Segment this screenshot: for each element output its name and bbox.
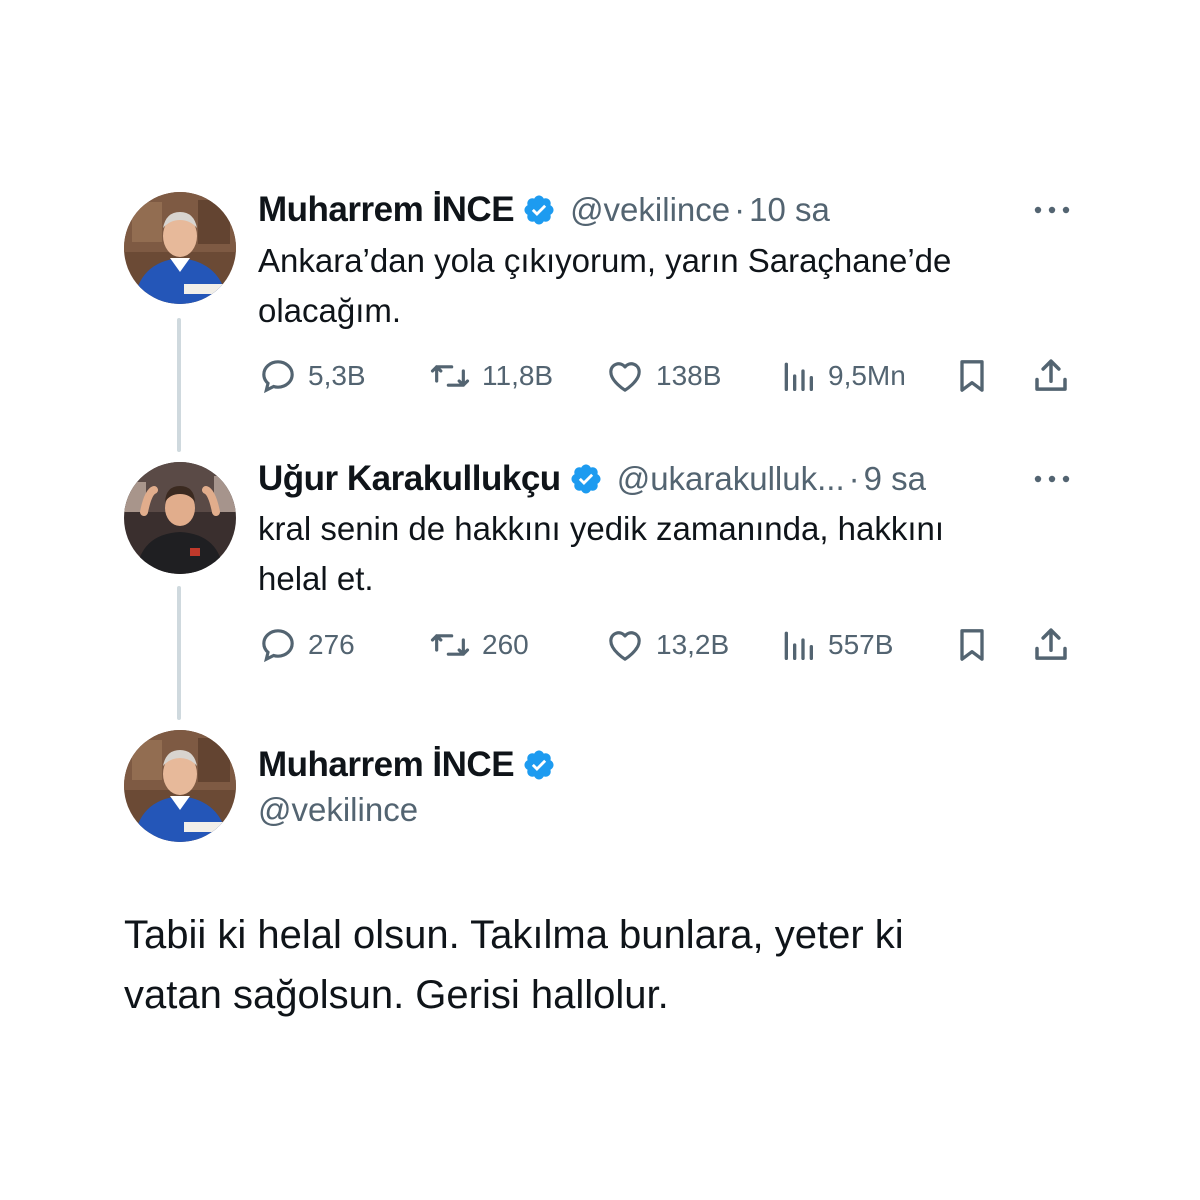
- like-button[interactable]: 13,2B: [604, 623, 729, 667]
- display-name[interactable]: Uğur Karakullukçu: [258, 459, 561, 499]
- views-count: 9,5Mn: [828, 360, 906, 391]
- tweet-header: Muharrem İNCE @vekilince · 10 sa: [258, 190, 830, 230]
- timestamp[interactable]: 9 sa: [864, 460, 926, 498]
- tweet-text-line: kral senin de hakkını yedik zamanında, h…: [258, 510, 945, 547]
- reply-button[interactable]: 276: [258, 623, 355, 667]
- share-icon: [1030, 355, 1072, 397]
- tweet-text-line: vatan sağolsun. Gerisi hallolur.: [124, 973, 669, 1017]
- reply-button[interactable]: 5,3B: [258, 354, 366, 398]
- retweet-icon: [428, 625, 472, 665]
- retweet-icon: [428, 356, 472, 396]
- tweet-actions: 276 260 13,2B 557B: [258, 623, 1078, 667]
- reply-icon: [258, 356, 298, 396]
- bookmark-button[interactable]: [952, 354, 992, 398]
- retweet-count: 11,8B: [482, 360, 554, 391]
- reply-count: 276: [308, 629, 355, 660]
- share-button[interactable]: [1030, 623, 1072, 667]
- verified-badge-icon: [522, 748, 556, 782]
- user-handle[interactable]: @vekilince: [570, 191, 730, 229]
- verified-badge-icon: [569, 462, 603, 496]
- share-button[interactable]: [1030, 354, 1072, 398]
- avatar[interactable]: [124, 462, 236, 574]
- display-name[interactable]: Muharrem İNCE: [258, 745, 515, 785]
- reply-count: 5,3B: [308, 360, 366, 391]
- bookmark-icon: [952, 625, 992, 665]
- views-icon: [778, 356, 818, 396]
- tweet-text: kral senin de hakkını yedik zamanında, h…: [258, 504, 1098, 604]
- thread-line-1: [177, 318, 181, 452]
- timestamp[interactable]: 10 sa: [749, 191, 830, 229]
- views-count: 557B: [828, 629, 894, 660]
- tweet-text-line: helal et.: [258, 560, 374, 597]
- reply-icon: [258, 625, 298, 665]
- main-tweet-header: Muharrem İNCE: [258, 745, 570, 785]
- like-icon: [604, 356, 646, 396]
- tweet-text-line: Ankara’dan yola çıkıyorum, yarın Saraçha…: [258, 242, 952, 279]
- more-options-icon[interactable]: [1030, 469, 1074, 489]
- views-icon: [778, 625, 818, 665]
- user-handle[interactable]: @vekilince: [258, 791, 418, 829]
- like-icon: [604, 625, 646, 665]
- bookmark-button[interactable]: [952, 623, 992, 667]
- views-button[interactable]: 9,5Mn: [778, 354, 906, 398]
- separator-dot: ·: [734, 191, 746, 228]
- bookmark-icon: [952, 356, 992, 396]
- verified-badge-icon: [522, 193, 556, 227]
- more-options-icon[interactable]: [1030, 200, 1074, 220]
- tweet-text-line: olacağım.: [258, 292, 402, 329]
- like-count: 138B: [656, 360, 722, 391]
- tweet-header: Uğur Karakullukçu @ukarakulluk... · 9 sa: [258, 459, 926, 499]
- share-icon: [1030, 624, 1072, 666]
- retweet-button[interactable]: 11,8B: [428, 354, 553, 398]
- tweet-actions: 5,3B 11,8B 138B 9,5Mn: [258, 354, 1078, 398]
- retweet-button[interactable]: 260: [428, 623, 529, 667]
- avatar[interactable]: [124, 192, 236, 304]
- separator-dot: ·: [848, 460, 860, 497]
- views-button[interactable]: 557B: [778, 623, 893, 667]
- thread-line-2: [177, 586, 181, 720]
- tweet-text-line: Tabii ki helal olsun. Takılma bunlara, y…: [124, 913, 904, 957]
- like-button[interactable]: 138B: [604, 354, 721, 398]
- retweet-count: 260: [482, 629, 529, 660]
- like-count: 13,2B: [656, 629, 730, 660]
- main-tweet-text: Tabii ki helal olsun. Takılma bunlara, y…: [124, 905, 1084, 1025]
- display-name[interactable]: Muharrem İNCE: [258, 190, 515, 230]
- user-handle[interactable]: @ukarakulluk...: [617, 460, 845, 498]
- tweet-text: Ankara’dan yola çıkıyorum, yarın Saraçha…: [258, 236, 1098, 336]
- avatar[interactable]: [124, 730, 236, 842]
